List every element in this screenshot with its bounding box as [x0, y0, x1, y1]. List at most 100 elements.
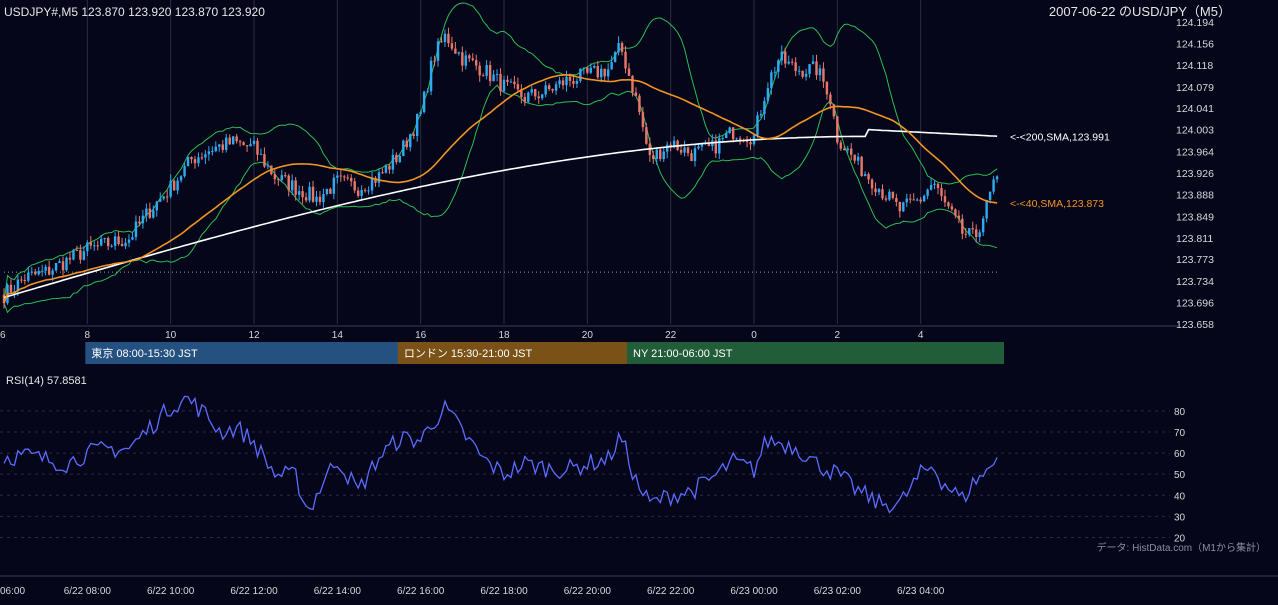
candle-body: [502, 79, 506, 92]
sma-label: <-<40,SMA,123.873: [1010, 198, 1104, 210]
candle-body: [329, 188, 332, 194]
candle-body: [853, 154, 856, 161]
hour-tick-label: 0: [751, 330, 757, 341]
candle-body: [165, 196, 169, 198]
candle-body: [27, 272, 30, 281]
candle-body: [256, 140, 259, 155]
candle-body: [641, 112, 645, 128]
candle-body: [412, 134, 415, 136]
time-tick-label: 6/22 22:00: [647, 586, 695, 597]
candle-body: [141, 215, 145, 224]
candle-body: [950, 206, 954, 210]
candle-body: [957, 215, 961, 219]
candle-body: [138, 221, 141, 224]
candle-body: [443, 33, 447, 42]
candle-body: [65, 257, 68, 271]
candle-body: [93, 245, 96, 247]
candle-body: [120, 244, 124, 247]
candle-body: [183, 166, 186, 177]
candle-body: [575, 80, 579, 84]
candle-body: [759, 113, 763, 116]
candle-body: [103, 238, 106, 240]
chart-svg: <-<200,SMA,123.991 <-<40,SMA,123.873 124.…: [0, 0, 1278, 600]
candle-body: [186, 157, 190, 167]
hour-tick-label: 4: [918, 330, 924, 341]
candle-body: [881, 189, 884, 199]
candle-body: [593, 66, 596, 68]
candle-body: [381, 172, 384, 174]
candle-body: [422, 91, 426, 113]
candle-body: [145, 208, 148, 216]
price-tick-label: 123.696: [1176, 298, 1214, 310]
candle-body: [152, 210, 155, 218]
candle-body: [263, 154, 266, 167]
price-tick-label: 124.156: [1176, 38, 1214, 50]
candle-body: [617, 43, 620, 53]
candle-body: [360, 190, 363, 196]
chart-background: [0, 0, 1278, 600]
rsi-tick-label: 40: [1174, 491, 1186, 502]
candle-body: [784, 51, 787, 64]
candle-body: [242, 142, 245, 146]
candle-body: [481, 75, 485, 77]
candle-body: [811, 61, 815, 65]
candle-body: [808, 64, 811, 74]
price-tick-label: 123.888: [1176, 189, 1214, 201]
rsi-title: RSI(14) 57.8581: [6, 375, 87, 387]
candle-body: [211, 151, 214, 153]
candle-body: [558, 80, 561, 85]
candle-body: [735, 138, 738, 140]
candle-body: [874, 188, 877, 193]
time-tick-label: 6/22 18:00: [480, 586, 528, 597]
candle-body: [235, 136, 238, 142]
chart-root: <-<200,SMA,123.991 <-<40,SMA,123.873 124.…: [0, 0, 1278, 600]
candle-body: [589, 67, 593, 73]
candle-body: [176, 180, 179, 191]
candle-body: [912, 199, 915, 201]
candle-body: [204, 154, 207, 158]
candle-body: [933, 183, 936, 185]
hour-tick-label: 6: [0, 330, 6, 341]
price-tick-label: 123.773: [1176, 254, 1214, 266]
candle-body: [718, 138, 721, 154]
price-tick-label: 124.041: [1176, 103, 1214, 115]
candle-body: [311, 186, 315, 202]
candle-body: [825, 81, 829, 95]
candle-body: [499, 73, 502, 92]
symbol-info: USDJPY#,M5 123.870 123.920 123.870 123.9…: [4, 5, 265, 19]
candle-body: [547, 85, 551, 89]
price-tick-label: 123.811: [1176, 233, 1213, 245]
candle-body: [162, 196, 165, 199]
candle-body: [988, 191, 992, 200]
candle-body: [981, 218, 985, 233]
candle-body: [82, 251, 86, 260]
candle-body: [964, 233, 968, 235]
price-y-axis: 124.194124.156124.118124.079124.041124.0…: [1176, 17, 1214, 331]
candle-body: [992, 179, 995, 192]
candle-body: [492, 74, 495, 82]
candle-body: [75, 249, 79, 251]
candle-body: [634, 92, 638, 96]
candle-body: [245, 145, 249, 147]
candle-body: [30, 271, 33, 273]
candle-body: [214, 146, 218, 152]
candle-body: [836, 116, 839, 143]
price-tick-label: 123.658: [1176, 319, 1214, 331]
candle-body: [929, 184, 933, 190]
candle-body: [544, 85, 547, 95]
candle-body: [978, 232, 981, 238]
time-tick-label: 6/23 00:00: [730, 586, 778, 597]
candle-body: [485, 65, 488, 76]
candle-body: [339, 175, 343, 177]
candle-body: [398, 155, 402, 163]
candle-body: [863, 174, 867, 177]
candle-body: [568, 76, 572, 81]
price-tick-label: 123.926: [1176, 168, 1214, 180]
candle-body: [902, 202, 905, 212]
time-tick-label: 6/22 16:00: [397, 586, 445, 597]
candle-body: [509, 81, 513, 83]
candle-body: [843, 148, 846, 151]
candle-body: [971, 228, 974, 230]
hour-tick-label: 22: [665, 330, 677, 341]
candle-body: [113, 236, 117, 246]
